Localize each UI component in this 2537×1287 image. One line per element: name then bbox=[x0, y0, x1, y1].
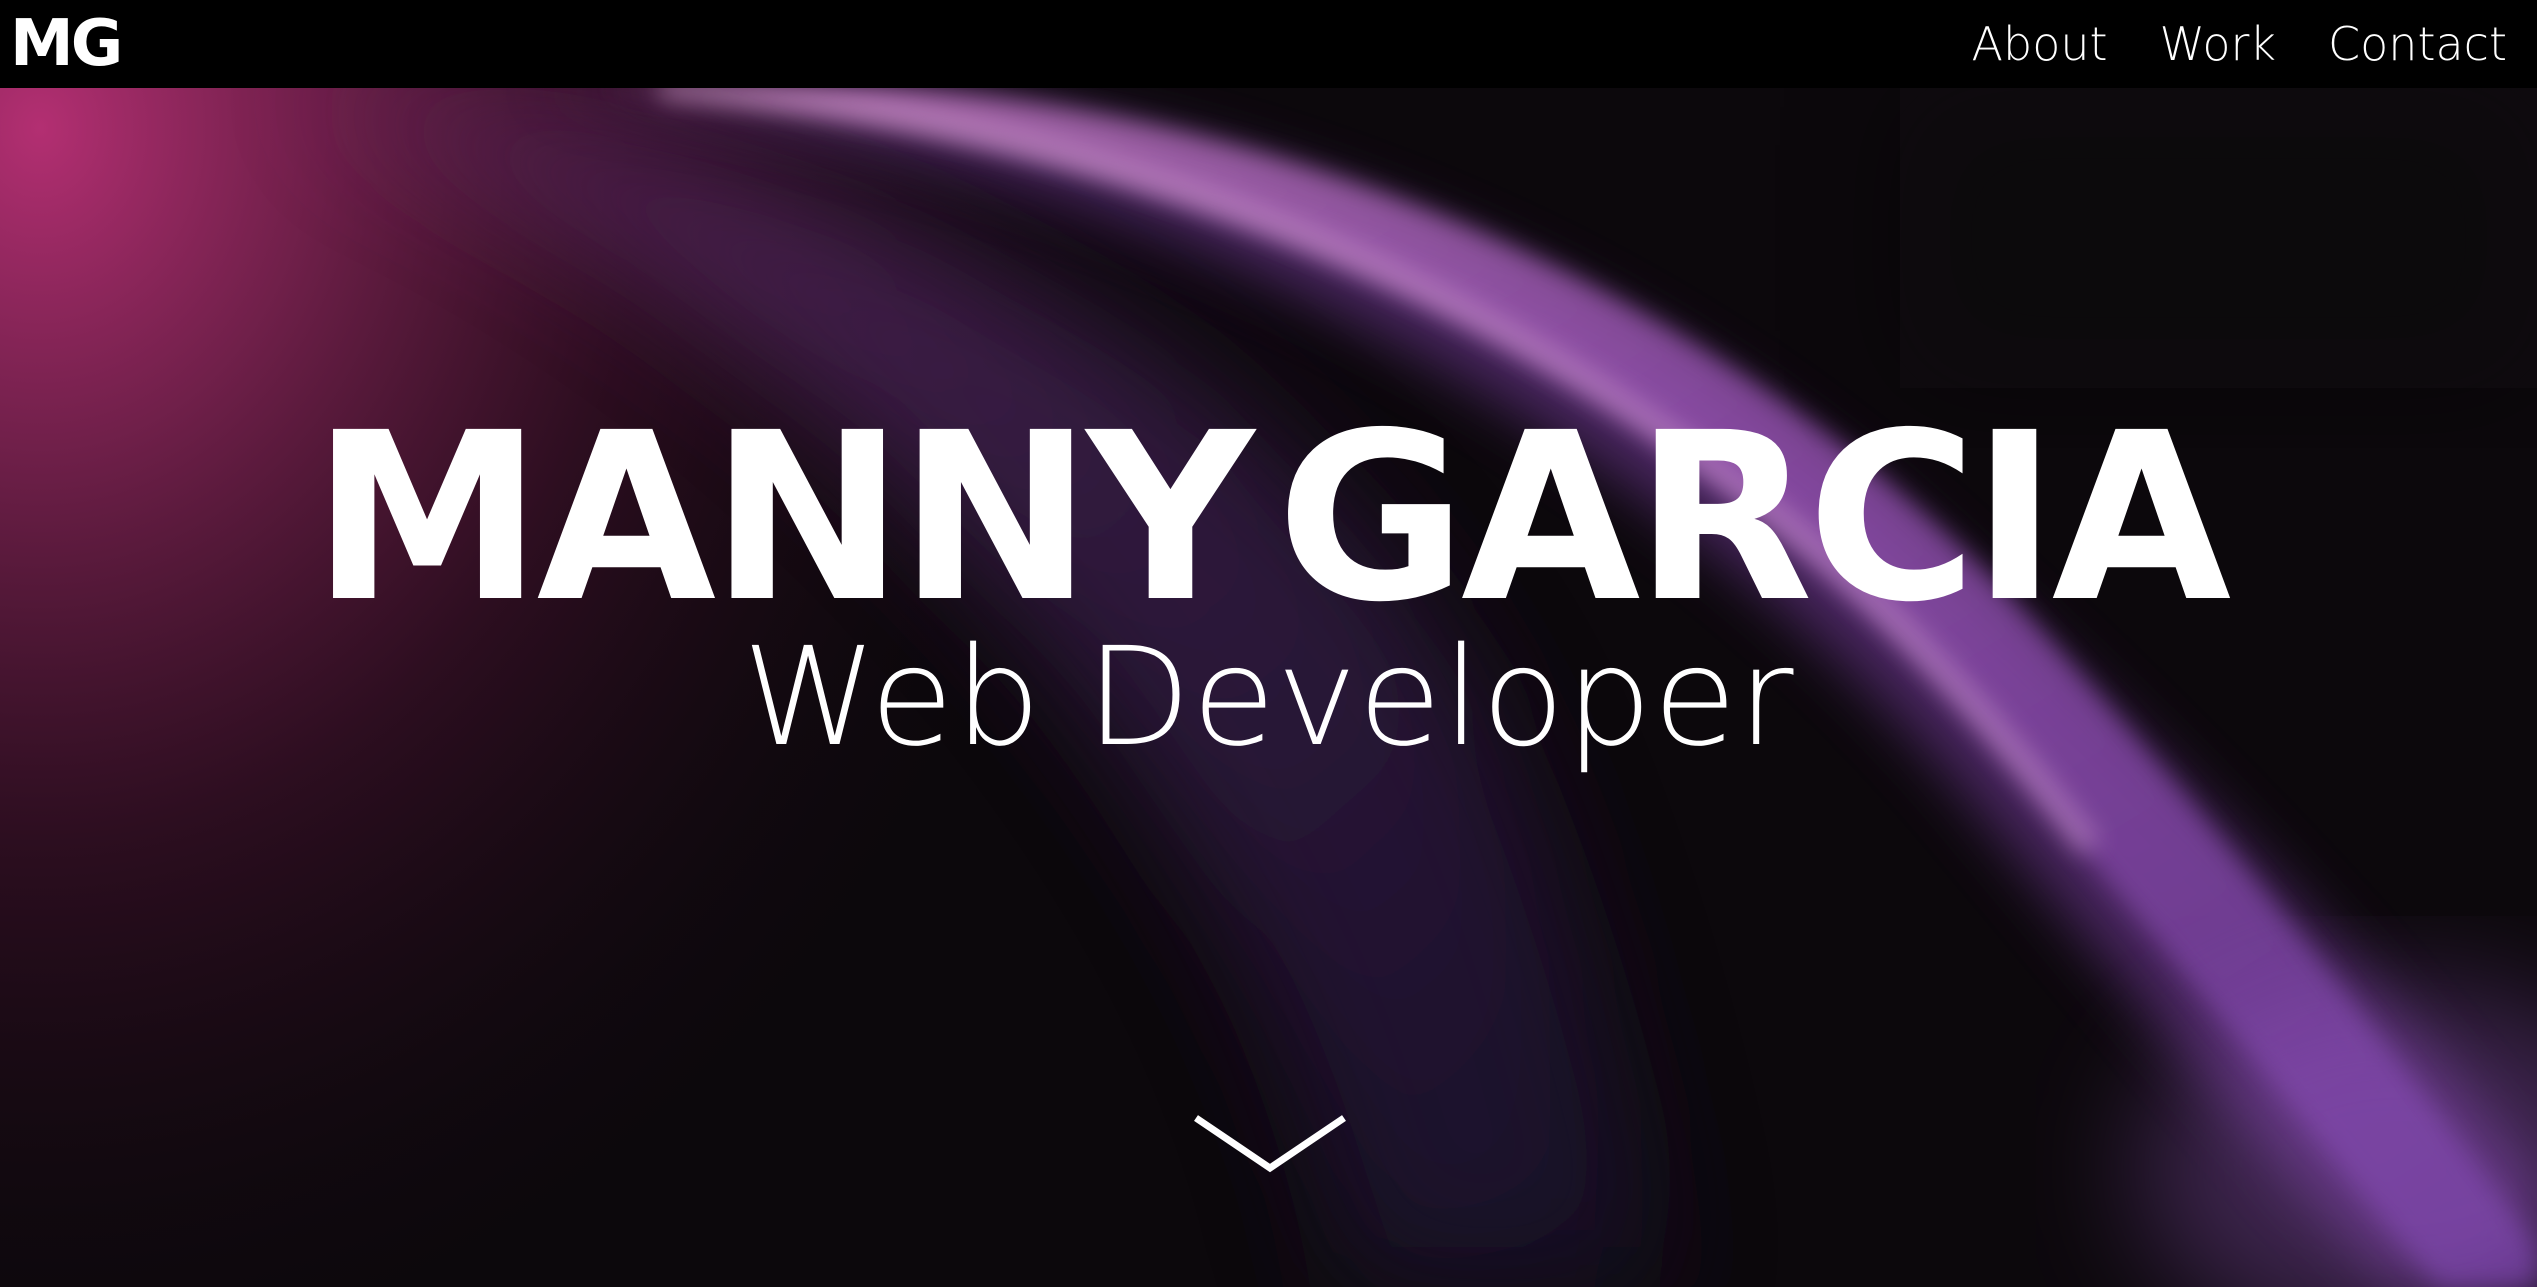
nav-link-work[interactable]: Work bbox=[2160, 17, 2276, 71]
hero-name-first: MANNY bbox=[311, 383, 1255, 653]
hero-role: Web Developer bbox=[742, 619, 1795, 777]
nav-link-contact[interactable]: Contact bbox=[2328, 17, 2507, 71]
hero-name: MANNY GARCIA bbox=[0, 388, 2537, 648]
hero-section: MANNY GARCIA Web Developer bbox=[0, 88, 2537, 1287]
nav-links: About Work Contact bbox=[1972, 0, 2507, 88]
hero-name-last: GARCIA bbox=[1276, 383, 2231, 653]
logo[interactable]: MG bbox=[10, 6, 123, 82]
navbar: MG About Work Contact bbox=[0, 0, 2537, 88]
page: MG About Work Contact MANNY GARCIA Web D… bbox=[0, 0, 2537, 1287]
nav-link-about[interactable]: About bbox=[1972, 17, 2108, 71]
chevron-down-icon[interactable] bbox=[1190, 1096, 1350, 1176]
